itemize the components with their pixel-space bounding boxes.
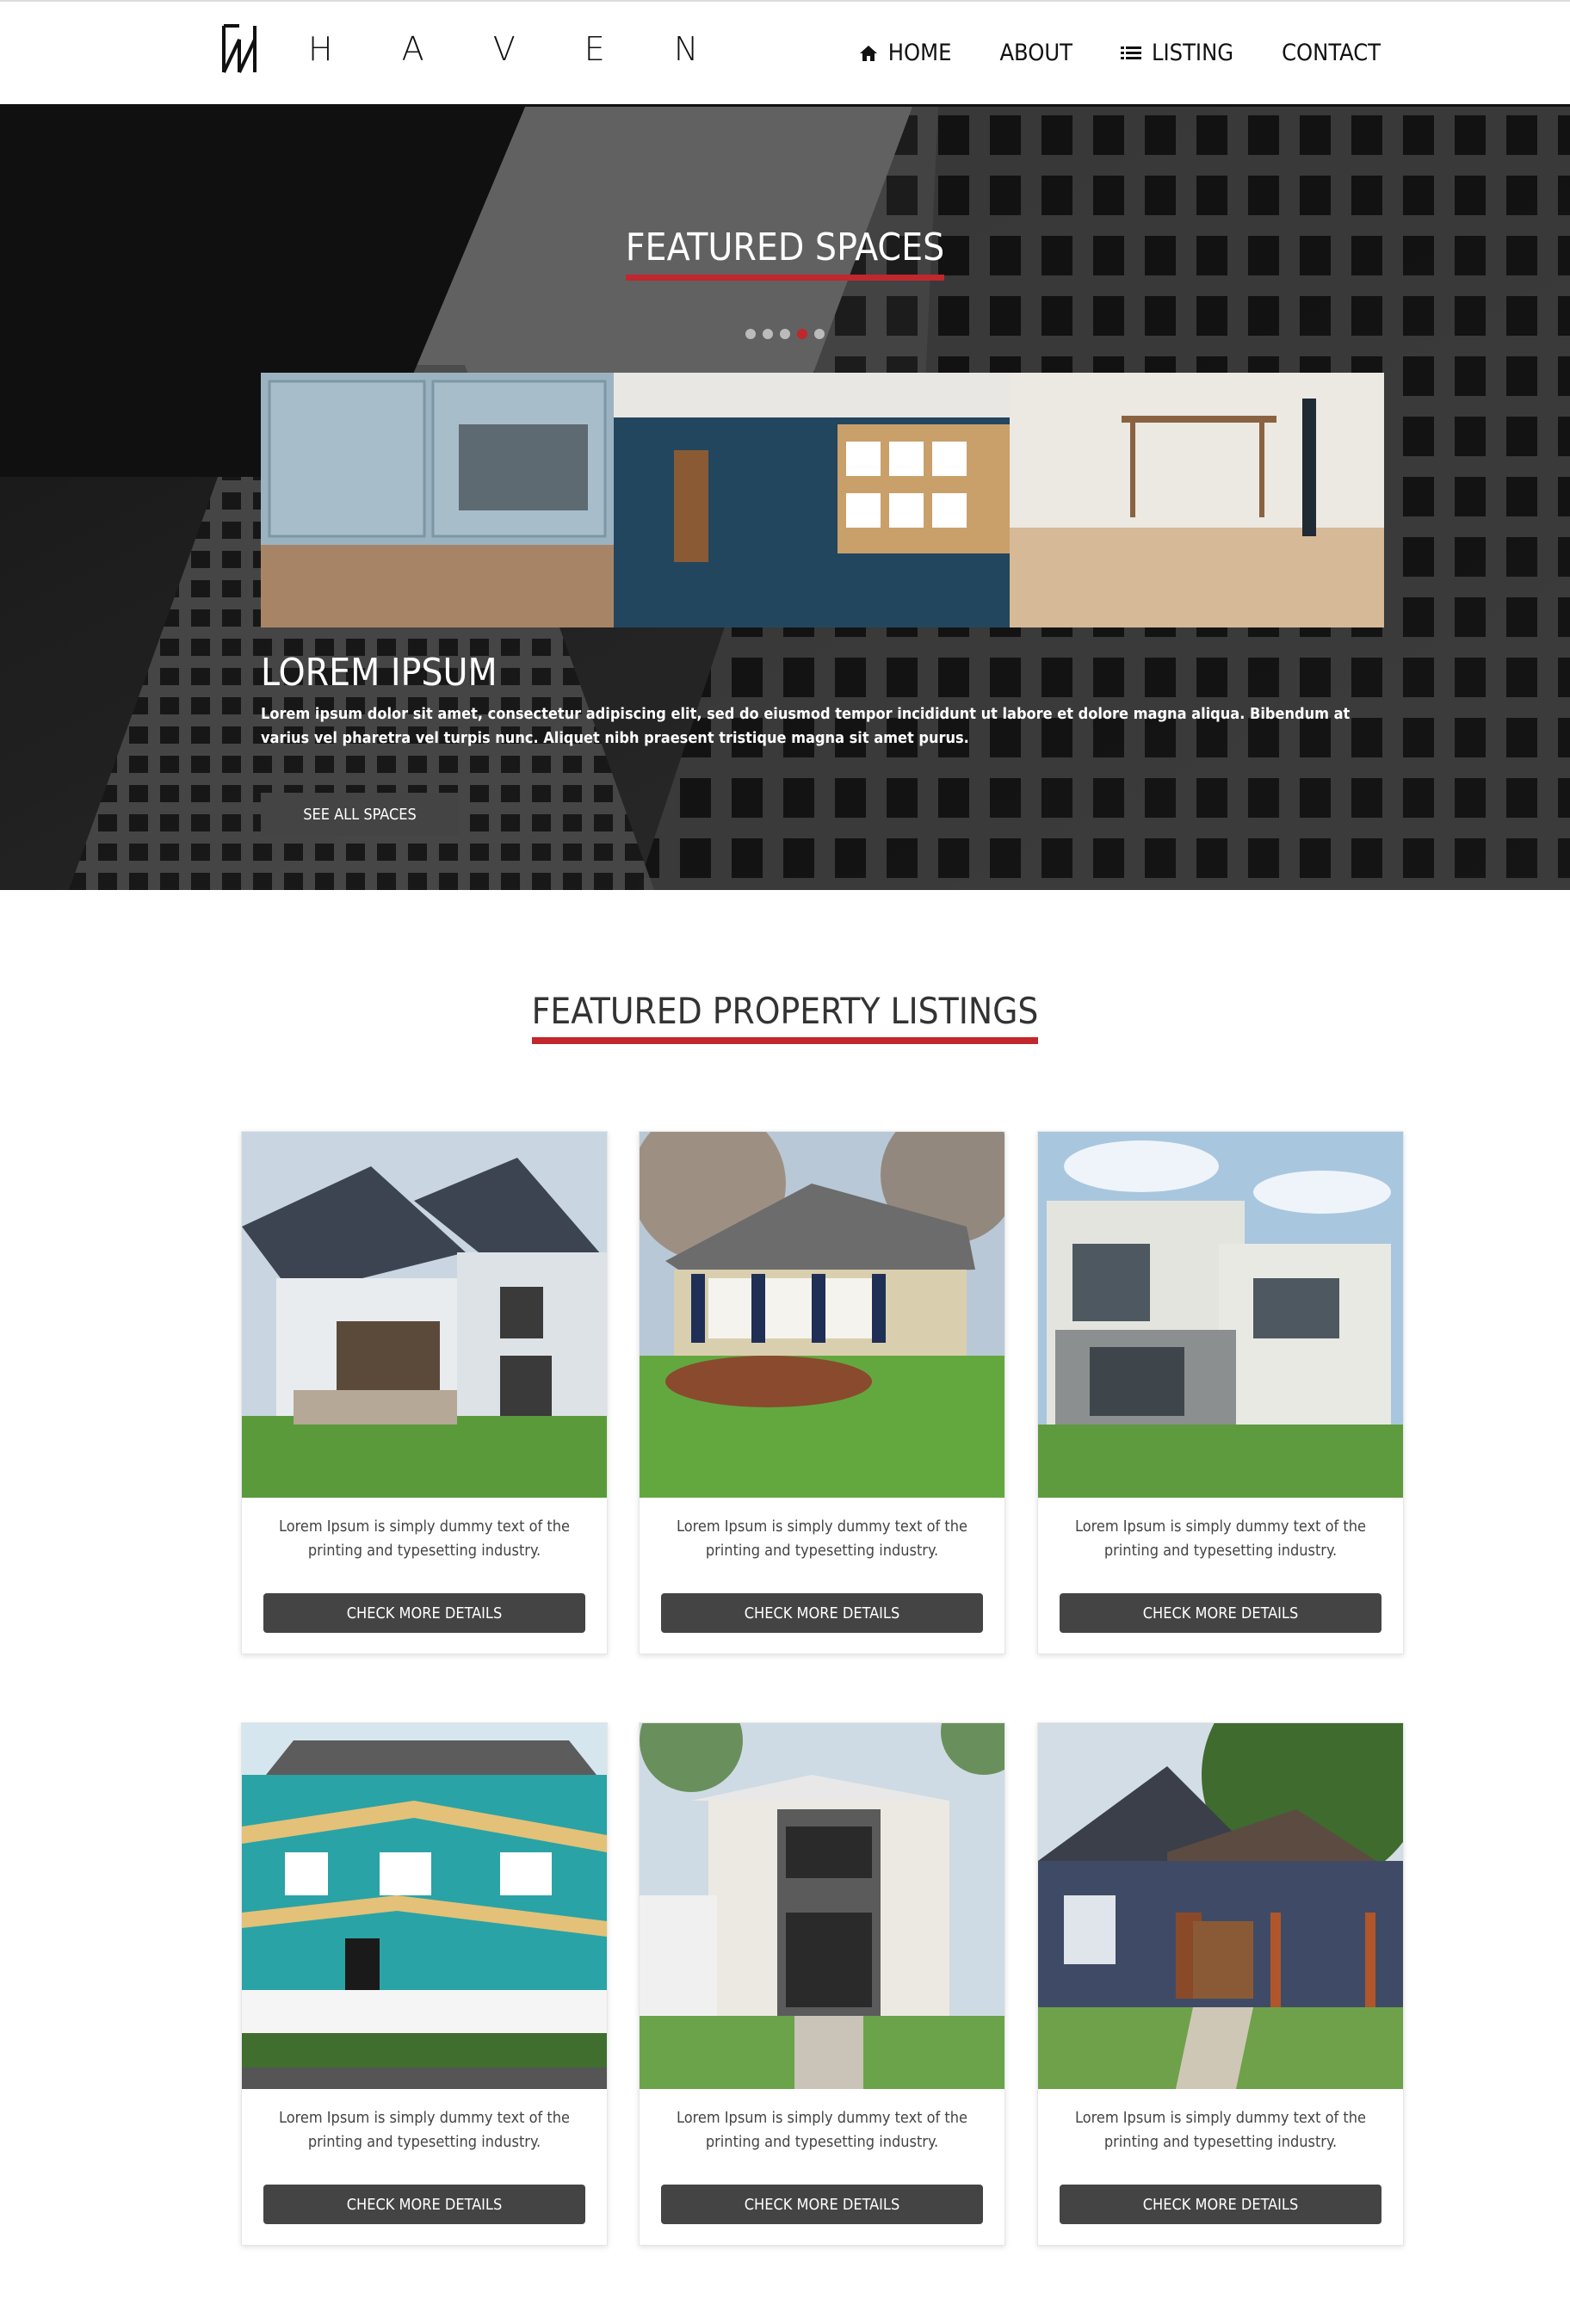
- nav-about[interactable]: ABOUT: [999, 40, 1072, 66]
- check-more-details-button[interactable]: CHECK MORE DETAILS: [263, 1593, 585, 1633]
- check-more-details-button[interactable]: CHECK MORE DETAILS: [263, 2185, 585, 2224]
- list-icon: [1120, 46, 1141, 59]
- carousel-dots: [0, 329, 1570, 339]
- listing-house-image[interactable]: [1038, 1132, 1403, 1498]
- carousel-dot[interactable]: [763, 329, 773, 339]
- carousel-dot[interactable]: [780, 329, 790, 339]
- brand-logo[interactable]: H A V E N: [220, 22, 727, 76]
- listing-card: Lorem Ipsum is simply dummy text of the …: [1037, 1722, 1404, 2246]
- slide-kitchen-image: [261, 373, 1384, 627]
- listing-description: Lorem Ipsum is simply dummy text of the …: [1075, 1517, 1366, 1560]
- listing-card: Lorem Ipsum is simply dummy text of the …: [639, 1722, 1005, 2246]
- listing-house-image[interactable]: [242, 1132, 607, 1498]
- listing-description: Lorem Ipsum is simply dummy text of the …: [677, 1517, 967, 1560]
- listing-description: Lorem Ipsum is simply dummy text of the …: [279, 1517, 570, 1560]
- carousel-dot[interactable]: [814, 329, 825, 339]
- listing-card: Lorem Ipsum is simply dummy text of the …: [241, 1722, 608, 2246]
- nav-listing-label: LISTING: [1151, 40, 1234, 66]
- check-more-details-button[interactable]: CHECK MORE DETAILS: [661, 2185, 983, 2224]
- see-all-spaces-button[interactable]: SEE ALL SPACES: [261, 793, 459, 836]
- main-nav: HOME ABOUT LISTING CONTACT: [811, 40, 1381, 66]
- check-more-details-button[interactable]: CHECK MORE DETAILS: [661, 1593, 983, 1633]
- site-header: H A V E N HOME ABOUT LISTING CONTACT: [0, 0, 1570, 107]
- listing-house-image[interactable]: [1038, 1723, 1403, 2089]
- nav-home-label: HOME: [887, 40, 952, 66]
- listing-card: Lorem Ipsum is simply dummy text of the …: [1037, 1131, 1404, 1654]
- haven-logo-icon: [222, 24, 257, 73]
- listing-house-image[interactable]: [640, 1723, 1004, 2089]
- nav-home[interactable]: HOME: [859, 40, 952, 66]
- listing-description: Lorem Ipsum is simply dummy text of the …: [1075, 2109, 1366, 2151]
- nav-listing[interactable]: LISTING: [1120, 40, 1234, 66]
- slide-text: Lorem ipsum dolor sit amet, consectetur …: [261, 705, 1351, 747]
- hero-carousel: FEATURED SPACES LOREM IPSUM Lorem ipsum …: [0, 107, 1570, 890]
- nav-contact[interactable]: CONTACT: [1282, 40, 1381, 66]
- check-more-details-button[interactable]: CHECK MORE DETAILS: [1060, 2185, 1381, 2224]
- carousel-dot[interactable]: [745, 329, 756, 339]
- listing-description: Lorem Ipsum is simply dummy text of the …: [677, 2109, 967, 2151]
- brand-name: H A V E N: [308, 30, 728, 68]
- hero-title: FEATURED SPACES: [625, 226, 945, 281]
- slide-heading: LOREM IPSUM: [261, 651, 498, 695]
- listing-card: Lorem Ipsum is simply dummy text of the …: [639, 1131, 1005, 1654]
- listing-description: Lorem Ipsum is simply dummy text of the …: [279, 2109, 570, 2151]
- listings-title: FEATURED PROPERTY LISTINGS: [531, 990, 1039, 1044]
- listing-house-image[interactable]: [640, 1132, 1004, 1498]
- listing-house-image[interactable]: [242, 1723, 607, 2089]
- nav-contact-label: CONTACT: [1282, 40, 1381, 66]
- home-icon: [859, 45, 877, 61]
- nav-about-label: ABOUT: [999, 40, 1072, 66]
- listing-card: Lorem Ipsum is simply dummy text of the …: [241, 1131, 608, 1654]
- check-more-details-button[interactable]: CHECK MORE DETAILS: [1060, 1593, 1381, 1633]
- carousel-dot-active[interactable]: [797, 329, 807, 339]
